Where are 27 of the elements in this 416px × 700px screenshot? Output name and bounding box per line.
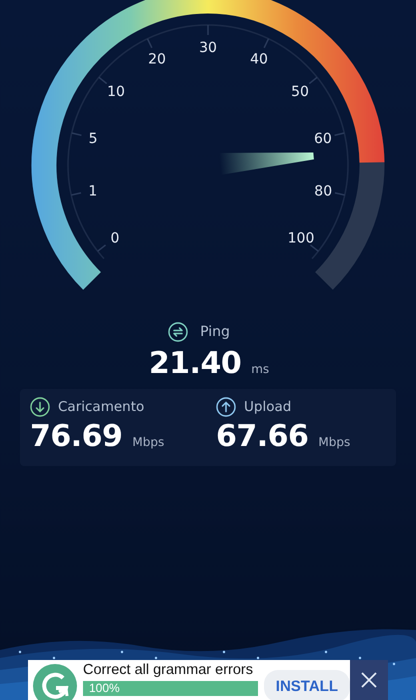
close-icon bbox=[361, 672, 377, 688]
upload-icon bbox=[216, 397, 236, 417]
ping-value: 21.40 bbox=[148, 346, 242, 381]
scale-label: 40 bbox=[250, 52, 268, 68]
ping-unit: ms bbox=[251, 362, 270, 376]
speed-value: 76.69 bbox=[30, 419, 122, 454]
ping-label: Ping bbox=[200, 324, 230, 340]
scale-label: 20 bbox=[148, 52, 166, 68]
download-icon bbox=[30, 397, 50, 417]
speed-unit: Mbps bbox=[132, 435, 164, 449]
result-label: Caricamento bbox=[58, 399, 144, 415]
speed-value: 67.66 bbox=[216, 419, 308, 454]
result-label: Upload bbox=[244, 399, 292, 415]
scale-label: 50 bbox=[291, 84, 309, 100]
scale-label: 5 bbox=[88, 131, 98, 148]
swap-arrows-icon bbox=[168, 322, 188, 342]
close-button[interactable] bbox=[350, 660, 388, 700]
install-button[interactable]: INSTALL bbox=[264, 670, 350, 700]
scale-label: 10 bbox=[107, 84, 125, 100]
scale-label: 60 bbox=[314, 131, 332, 148]
ad-headline: Correct all grammar errors bbox=[83, 662, 254, 678]
scale-label: 100 bbox=[288, 230, 314, 247]
scale-label: 80 bbox=[314, 183, 332, 200]
scale-label: 0 bbox=[110, 230, 120, 247]
scale-label: 30 bbox=[199, 40, 217, 56]
speed-unit: Mbps bbox=[318, 435, 350, 449]
scale-label: 1 bbox=[88, 183, 98, 200]
